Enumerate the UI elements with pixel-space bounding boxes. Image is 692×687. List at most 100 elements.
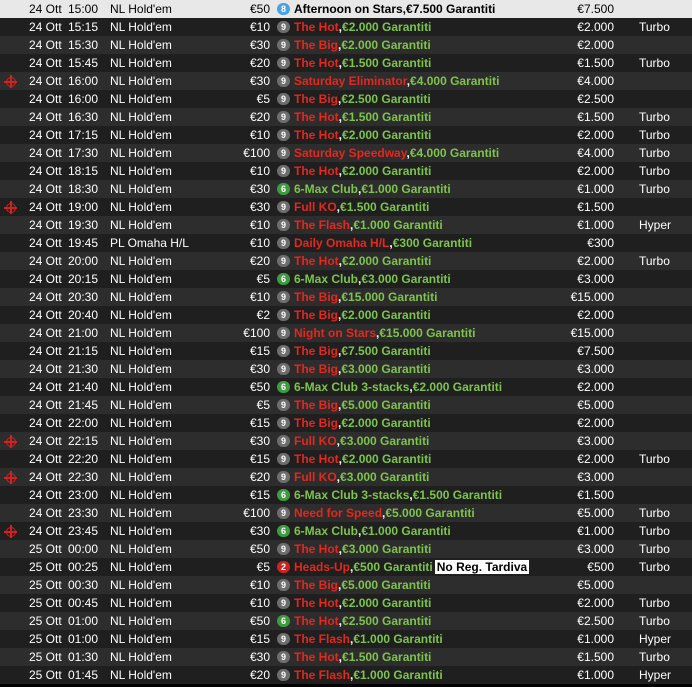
cell-tournament-name[interactable]: The Flash,€1.000 Garantiti [294,216,443,234]
cell-tournament-name[interactable]: The Big,€2.500 Garantiti [294,90,431,108]
cell-tournament-name[interactable]: The Hot,€2.000 Garantiti [294,18,431,36]
tournament-title[interactable]: Night on Stars [294,326,376,340]
table-row[interactable]: 25 Ott 00:00 NL Hold'em €50 9 The Hot,€3… [0,540,692,558]
cell-tournament-name[interactable]: The Flash,€1.000 Garantiti [294,666,443,684]
cell-tournament-name[interactable]: The Hot,€1.500 Garantiti [294,108,431,126]
tournament-title[interactable]: Full KO [294,200,337,214]
cell-tournament-name[interactable]: The Hot,€2.000 Garantiti [294,162,431,180]
table-row[interactable]: 24 Ott 22:30 NL Hold'em €20 9 Full KO,€3… [0,468,692,486]
tournament-title[interactable]: The Flash [294,668,350,682]
cell-tournament-name[interactable]: The Hot,€2.000 Garantiti [294,126,431,144]
cell-tournament-name[interactable]: Night on Stars,€15.000 Garantiti [294,324,475,342]
cell-tournament-name[interactable]: Saturday Speedway,€4.000 Garantiti [294,144,499,162]
cell-tournament-name[interactable]: Heads-Up,€500 Garantiti No Reg. Tardiva [294,558,530,576]
tournament-title[interactable]: Afternoon on Stars [294,2,403,16]
tournament-title[interactable]: The Hot [294,20,339,34]
table-row[interactable]: 24 Ott 23:30 NL Hold'em €100 9 Need for … [0,504,692,522]
table-row[interactable]: 24 Ott 19:45 PL Omaha H/L €10 9 Daily Om… [0,234,692,252]
cell-tournament-name[interactable]: 6-Max Club 3-stacks,€2.000 Garantiti [294,378,502,396]
table-row[interactable]: 24 Ott 20:40 NL Hold'em €2 9 The Big,€2.… [0,306,692,324]
table-row[interactable]: 24 Ott 16:00 NL Hold'em €30 9 Saturday E… [0,72,692,90]
tournament-title[interactable]: Saturday Eliminator [294,74,407,88]
cell-tournament-name[interactable]: Need for Speed,€5.000 Garantiti [294,504,475,522]
tournament-title[interactable]: The Hot [294,614,339,628]
tournament-title[interactable]: The Big [294,344,338,358]
table-row[interactable]: 24 Ott 19:00 NL Hold'em €30 9 Full KO,€1… [0,198,692,216]
table-row[interactable]: 24 Ott 20:30 NL Hold'em €10 9 The Big,€1… [0,288,692,306]
cell-tournament-name[interactable]: 6-Max Club,€3.000 Garantiti [294,270,451,288]
cell-tournament-name[interactable]: The Big,€3.000 Garantiti [294,360,431,378]
table-row[interactable]: 25 Ott 01:00 NL Hold'em €50 6 The Hot,€2… [0,612,692,630]
cell-tournament-name[interactable]: Daily Omaha H/L,€300 Garantiti [294,234,472,252]
cell-tournament-name[interactable]: 6-Max Club,€1.000 Garantiti [294,522,451,540]
tournament-title[interactable]: The Hot [294,164,339,178]
tournament-title[interactable]: The Big [294,416,338,430]
tournament-title[interactable]: The Flash [294,632,350,646]
cell-tournament-name[interactable]: Full KO,€3.000 Garantiti [294,468,429,486]
tournament-title[interactable]: The Flash [294,218,350,232]
tournament-title[interactable]: The Hot [294,452,339,466]
tournament-title[interactable]: Saturday Speedway [294,146,407,160]
table-row[interactable]: 24 Ott 21:45 NL Hold'em €5 9 The Big,€5.… [0,396,692,414]
table-row[interactable]: 24 Ott 21:15 NL Hold'em €15 9 The Big,€7… [0,342,692,360]
table-row[interactable]: 24 Ott 15:00 NL Hold'em €50 8 Afternoon … [0,0,692,18]
tournament-title[interactable]: The Hot [294,56,339,70]
cell-tournament-name[interactable]: The Big,€5.000 Garantiti [294,396,431,414]
table-row[interactable]: 24 Ott 18:15 NL Hold'em €10 9 The Hot,€2… [0,162,692,180]
tournament-title[interactable]: 6-Max Club [294,524,358,538]
table-row[interactable]: 24 Ott 15:45 NL Hold'em €20 9 The Hot,€1… [0,54,692,72]
cell-tournament-name[interactable]: The Hot,€2.500 Garantiti [294,612,431,630]
cell-tournament-name[interactable]: The Hot,€3.000 Garantiti [294,540,431,558]
tournament-title[interactable]: Full KO [294,434,337,448]
table-row[interactable]: 25 Ott 01:45 NL Hold'em €20 9 The Flash,… [0,666,692,684]
table-row[interactable]: 25 Ott 00:45 NL Hold'em €10 9 The Hot,€2… [0,594,692,612]
table-row[interactable]: 24 Ott 18:30 NL Hold'em €30 6 6-Max Club… [0,180,692,198]
tournament-title[interactable]: The Big [294,92,338,106]
cell-tournament-name[interactable]: Full KO,€3.000 Garantiti [294,432,429,450]
tournament-title[interactable]: The Hot [294,542,339,556]
table-row[interactable]: 24 Ott 23:45 NL Hold'em €30 6 6-Max Club… [0,522,692,540]
tournament-title[interactable]: The Hot [294,254,339,268]
cell-tournament-name[interactable]: The Big,€2.000 Garantiti [294,36,431,54]
table-row[interactable]: 24 Ott 23:00 NL Hold'em €15 6 6-Max Club… [0,486,692,504]
cell-tournament-name[interactable]: 6-Max Club,€1.000 Garantiti [294,180,451,198]
cell-tournament-name[interactable]: The Big,€5.000 Garantiti [294,576,431,594]
table-row[interactable]: 24 Ott 17:15 NL Hold'em €10 9 The Hot,€2… [0,126,692,144]
cell-tournament-name[interactable]: The Flash,€1.000 Garantiti [294,630,443,648]
tournament-title[interactable]: 6-Max Club 3-stacks [294,380,409,394]
tournament-title[interactable]: The Big [294,290,338,304]
tournament-title[interactable]: 6-Max Club [294,182,358,196]
tournament-title[interactable]: The Hot [294,596,339,610]
tournament-title[interactable]: Heads-Up [294,560,350,574]
cell-tournament-name[interactable]: The Hot,€2.000 Garantiti [294,594,431,612]
table-row[interactable]: 25 Ott 01:00 NL Hold'em €15 9 The Flash,… [0,630,692,648]
table-row[interactable]: 24 Ott 21:40 NL Hold'em €50 6 6-Max Club… [0,378,692,396]
cell-tournament-name[interactable]: Afternoon on Stars,€7.500 Garantiti [294,0,495,18]
table-row[interactable]: 24 Ott 22:00 NL Hold'em €15 9 The Big,€2… [0,414,692,432]
tournament-title[interactable]: Daily Omaha H/L [294,236,389,250]
cell-tournament-name[interactable]: The Big,€15.000 Garantiti [294,288,437,306]
cell-tournament-name[interactable]: The Big,€7.500 Garantiti [294,342,431,360]
table-row[interactable]: 24 Ott 17:30 NL Hold'em €100 9 Saturday … [0,144,692,162]
tournament-title[interactable]: The Big [294,578,338,592]
cell-tournament-name[interactable]: Full KO,€1.500 Garantiti [294,198,429,216]
table-row[interactable]: 24 Ott 16:30 NL Hold'em €20 9 The Hot,€1… [0,108,692,126]
table-row[interactable]: 24 Ott 20:00 NL Hold'em €20 9 The Hot,€2… [0,252,692,270]
tournament-title[interactable]: 6-Max Club 3-stacks [294,488,409,502]
table-row[interactable]: 25 Ott 00:25 NL Hold'em €5 2 Heads-Up,€5… [0,558,692,576]
tournament-title[interactable]: 6-Max Club [294,272,358,286]
tournament-title[interactable]: Full KO [294,470,337,484]
tournament-title[interactable]: The Hot [294,110,339,124]
table-row[interactable]: 24 Ott 15:15 NL Hold'em €10 9 The Hot,€2… [0,18,692,36]
tournament-title[interactable]: The Hot [294,128,339,142]
cell-tournament-name[interactable]: 6-Max Club 3-stacks,€1.500 Garantiti [294,486,502,504]
table-row[interactable]: 24 Ott 19:30 NL Hold'em €10 9 The Flash,… [0,216,692,234]
cell-tournament-name[interactable]: The Big,€2.000 Garantiti [294,414,431,432]
tournament-title[interactable]: The Big [294,362,338,376]
cell-tournament-name[interactable]: The Big,€2.000 Garantiti [294,306,431,324]
tournament-title[interactable]: Need for Speed [294,506,382,520]
cell-tournament-name[interactable]: The Hot,€2.000 Garantiti [294,252,431,270]
tournament-title[interactable]: The Hot [294,650,339,664]
cell-tournament-name[interactable]: Saturday Eliminator,€4.000 Garantiti [294,72,499,90]
table-row[interactable]: 25 Ott 00:30 NL Hold'em €10 9 The Big,€5… [0,576,692,594]
